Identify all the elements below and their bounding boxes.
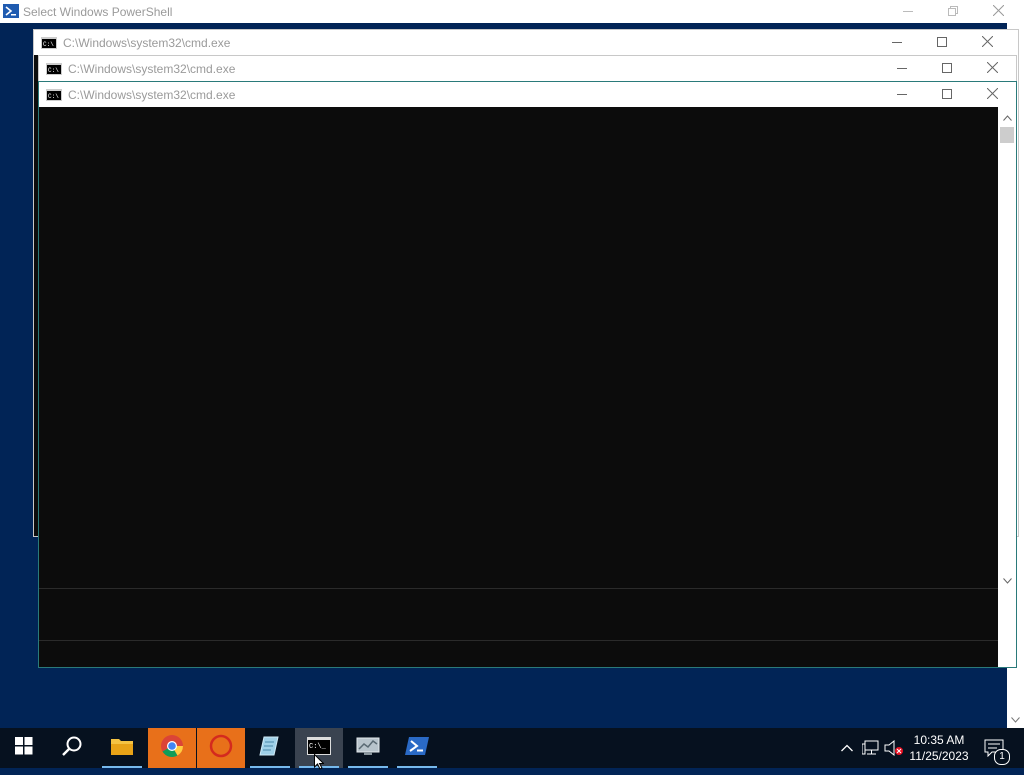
- maximize-button[interactable]: [919, 30, 964, 55]
- red-circle-app-icon: [209, 734, 233, 763]
- maximize-icon: [941, 60, 952, 78]
- maximize-button[interactable]: [924, 56, 969, 81]
- powershell-titlebar[interactable]: Select Windows PowerShell: [0, 0, 1024, 23]
- minimize-button[interactable]: [885, 0, 930, 23]
- search-icon: [61, 735, 83, 762]
- network-icon[interactable]: [861, 738, 881, 758]
- minimize-button[interactable]: [874, 30, 919, 55]
- taskbar-server-manager[interactable]: [344, 728, 392, 768]
- close-icon: [992, 3, 1005, 21]
- cmd-window-3[interactable]: C:\ C:\Windows\system32\cmd.exe: [38, 81, 1017, 668]
- console-scrollbar[interactable]: [998, 107, 1016, 589]
- minimize-icon: [896, 86, 907, 104]
- clock-time: 10:35 AM: [913, 733, 965, 747]
- close-button[interactable]: [970, 56, 1015, 81]
- chrome-icon: [160, 734, 184, 763]
- minimize-icon: [902, 3, 913, 21]
- console-area-bottom: [39, 640, 998, 667]
- taskbar: C:\_ 10:35 AM 11/25/2023 1: [0, 728, 1024, 770]
- maximize-icon: [941, 86, 952, 104]
- taskbar-notepad[interactable]: [246, 728, 294, 768]
- scroll-up-arrow-icon[interactable]: [998, 110, 1016, 126]
- show-hidden-icons-chevron-icon[interactable]: [837, 738, 857, 758]
- cmd-title: C:\Windows\system32\cmd.exe: [68, 62, 236, 76]
- svg-text:C:\_: C:\_: [309, 743, 327, 751]
- cmd-icon: C:\: [41, 36, 57, 54]
- taskbar-file-explorer[interactable]: [98, 728, 146, 768]
- scroll-thumb[interactable]: [1000, 127, 1014, 143]
- cmd-icon: C:\: [46, 88, 62, 106]
- console-area-lower: [39, 588, 998, 641]
- svg-text:C:\: C:\: [43, 41, 54, 48]
- search-button[interactable]: [48, 728, 96, 768]
- restore-button[interactable]: [930, 0, 975, 23]
- close-icon: [986, 60, 999, 78]
- powershell-icon: [3, 4, 19, 23]
- taskbar-powershell[interactable]: [393, 728, 441, 768]
- svg-text:C:\: C:\: [48, 67, 59, 74]
- scroll-down-arrow-icon[interactable]: [1006, 712, 1024, 728]
- cmd-title: C:\Windows\system32\cmd.exe: [68, 88, 236, 102]
- clock-date: 11/25/2023: [909, 749, 969, 763]
- cmd-titlebar[interactable]: C:\ C:\Windows\system32\cmd.exe: [34, 30, 1018, 55]
- minimize-button[interactable]: [879, 56, 924, 81]
- notification-count-badge: 1: [994, 749, 1010, 765]
- close-button[interactable]: [970, 82, 1015, 107]
- server-manager-icon: [355, 735, 381, 762]
- volume-muted-icon[interactable]: [884, 738, 904, 758]
- windows-start-icon: [15, 736, 33, 760]
- maximize-button[interactable]: [924, 82, 969, 107]
- powershell-title: Select Windows PowerShell: [23, 5, 173, 19]
- cmd-titlebar[interactable]: C:\ C:\Windows\system32\cmd.exe: [39, 82, 1016, 107]
- minimize-icon: [896, 60, 907, 78]
- svg-text:C:\: C:\: [48, 93, 59, 100]
- scroll-down-arrow-icon[interactable]: [998, 573, 1016, 589]
- taskbar-red-app[interactable]: [197, 728, 245, 768]
- close-icon: [986, 86, 999, 104]
- console-area[interactable]: [39, 107, 998, 589]
- start-button[interactable]: [0, 728, 48, 768]
- mouse-cursor-icon: [314, 753, 325, 775]
- taskbar-chrome[interactable]: [148, 728, 196, 768]
- close-button[interactable]: [965, 30, 1010, 55]
- maximize-icon: [936, 34, 947, 52]
- cmd-title: C:\Windows\system32\cmd.exe: [63, 36, 231, 50]
- notepad-icon: [258, 734, 282, 763]
- powershell-icon: [405, 736, 429, 761]
- cmd-icon: C:\: [46, 62, 62, 80]
- minimize-button[interactable]: [879, 82, 924, 107]
- file-explorer-icon: [110, 736, 134, 761]
- clock[interactable]: 10:35 AM 11/25/2023: [904, 732, 974, 764]
- minimize-icon: [891, 34, 902, 52]
- close-icon: [981, 34, 994, 52]
- cmd-titlebar[interactable]: C:\ C:\Windows\system32\cmd.exe: [39, 56, 1016, 81]
- close-button[interactable]: [976, 0, 1021, 23]
- restore-icon: [947, 3, 958, 21]
